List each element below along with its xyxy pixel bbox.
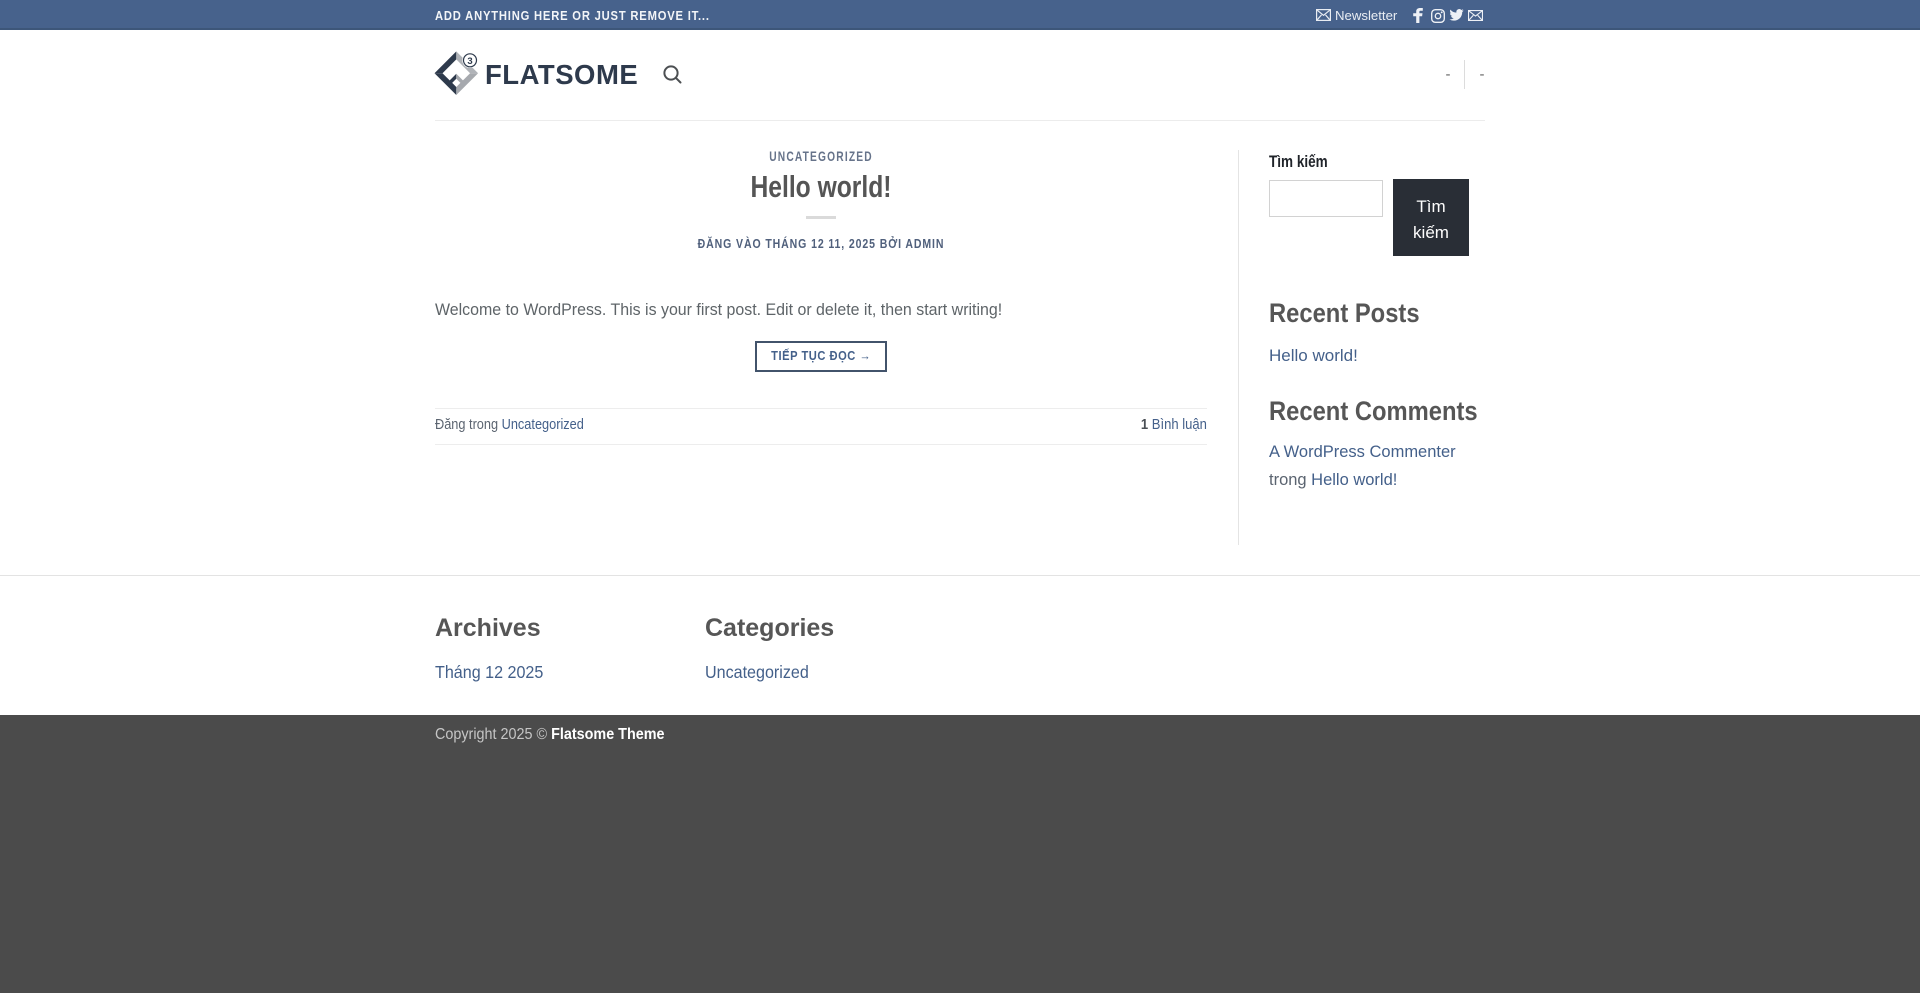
svg-text:3: 3 xyxy=(467,56,472,67)
